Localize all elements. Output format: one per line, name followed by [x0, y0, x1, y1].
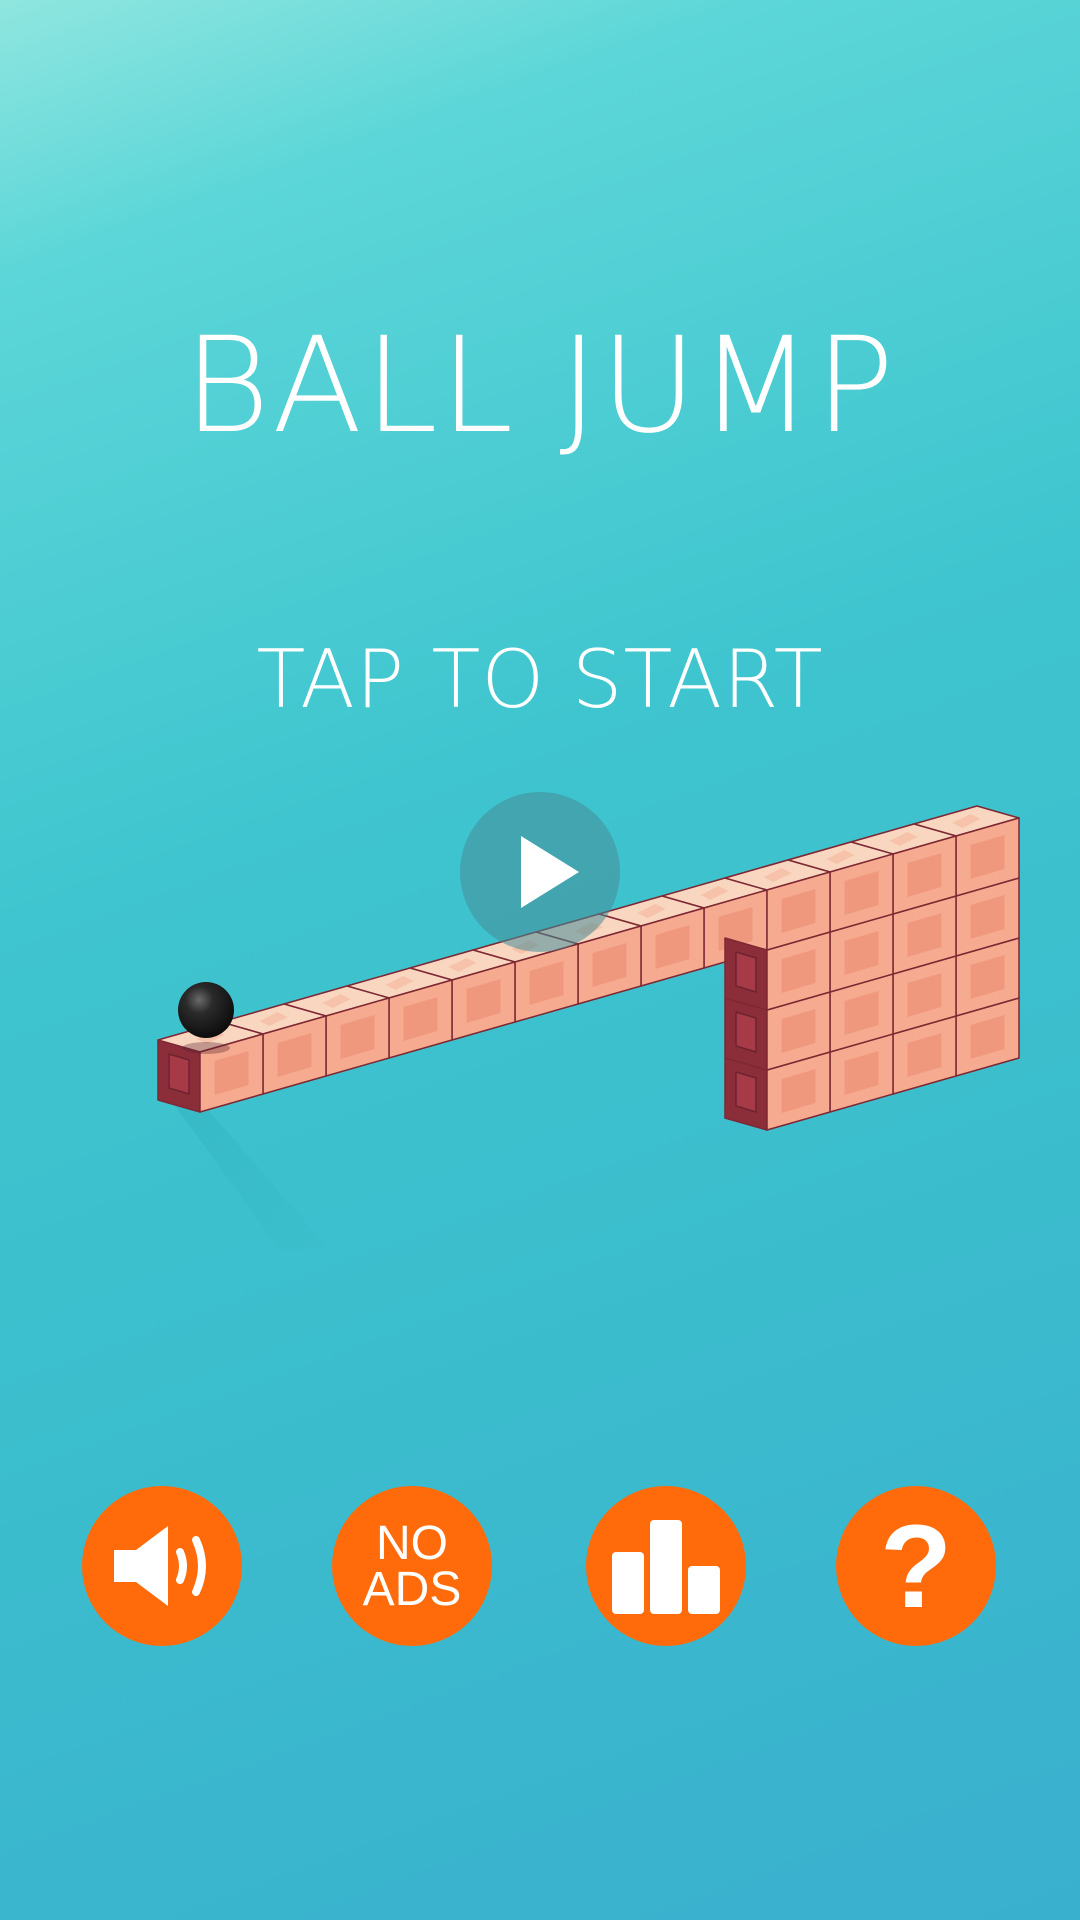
- track-shadow: [160, 1085, 330, 1250]
- play-icon: [521, 836, 579, 908]
- no-ads-button[interactable]: NO ADS: [332, 1486, 492, 1646]
- help-button[interactable]: ?: [836, 1486, 996, 1646]
- no-ads-label-line2: ADS: [362, 1563, 462, 1616]
- leaderboard-button[interactable]: [586, 1486, 746, 1646]
- play-button[interactable]: [460, 792, 620, 952]
- speaker-sound-icon: [114, 1526, 206, 1606]
- no-ads-label-line1: NO: [376, 1517, 448, 1570]
- podium-icon: [612, 1520, 720, 1614]
- sound-button[interactable]: [82, 1486, 242, 1646]
- help-icon: ?: [879, 1501, 953, 1633]
